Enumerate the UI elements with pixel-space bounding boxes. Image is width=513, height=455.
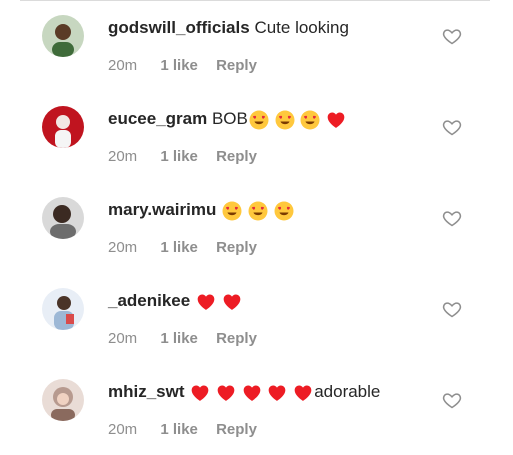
timestamp: 20m xyxy=(108,57,138,74)
username-link[interactable]: eucee_gram xyxy=(108,109,207,128)
comment-meta: 20m 1 like Reply xyxy=(108,421,257,438)
heart-eyes-emoji-icon xyxy=(274,201,294,221)
heart-eyes-emoji-icon xyxy=(300,110,320,130)
comment-line: godswill_officials Cute looking xyxy=(108,15,349,41)
like-heart-icon[interactable] xyxy=(442,208,462,228)
avatar[interactable] xyxy=(42,197,84,239)
comment-meta: 20m 1 like Reply xyxy=(108,330,257,347)
like-heart-icon[interactable] xyxy=(442,299,462,319)
comment-item: eucee_gram BOB 20m 1 like Reply xyxy=(0,91,513,182)
like-heart-icon[interactable] xyxy=(442,390,462,410)
comment-meta: 20m 1 like Reply xyxy=(108,57,257,74)
red-heart-emoji-icon xyxy=(222,292,242,312)
emoji-row xyxy=(190,380,314,406)
avatar[interactable] xyxy=(42,106,84,148)
timestamp: 20m xyxy=(108,330,138,347)
red-heart-emoji-icon xyxy=(190,383,210,403)
comment-suffix-text: adorable xyxy=(314,382,381,401)
red-heart-emoji-icon xyxy=(267,383,287,403)
heart-eyes-emoji-icon xyxy=(222,201,242,221)
red-heart-emoji-icon xyxy=(326,110,346,130)
comment-list: godswill_officials Cute looking 20m 1 li… xyxy=(0,0,513,450)
likes-count[interactable]: 1 like xyxy=(160,148,198,165)
comment-line: _adenikee xyxy=(108,288,243,314)
comment-item: mary.wairimu 20m 1 like Reply xyxy=(0,182,513,273)
reply-button[interactable]: Reply xyxy=(216,239,257,256)
comment-meta: 20m 1 like Reply xyxy=(108,148,257,165)
reply-button[interactable]: Reply xyxy=(216,148,257,165)
red-heart-emoji-icon xyxy=(242,383,262,403)
likes-count[interactable]: 1 like xyxy=(160,421,198,438)
username-link[interactable]: godswill_officials xyxy=(108,18,250,37)
reply-button[interactable]: Reply xyxy=(216,57,257,74)
comment-item: mhiz_swt adorable 20m 1 like Reply xyxy=(0,364,513,455)
likes-count[interactable]: 1 like xyxy=(160,57,198,74)
reply-button[interactable]: Reply xyxy=(216,330,257,347)
emoji-row xyxy=(196,289,243,315)
username-link[interactable]: _adenikee xyxy=(108,291,190,310)
heart-eyes-emoji-icon xyxy=(248,201,268,221)
timestamp: 20m xyxy=(108,239,138,256)
comment-line: eucee_gram BOB xyxy=(108,106,347,132)
red-heart-emoji-icon xyxy=(196,292,216,312)
comment-item: godswill_officials Cute looking 20m 1 li… xyxy=(0,0,513,91)
avatar[interactable] xyxy=(42,379,84,421)
likes-count[interactable]: 1 like xyxy=(160,330,198,347)
avatar[interactable] xyxy=(42,288,84,330)
red-heart-emoji-icon xyxy=(216,383,236,403)
comment-text: Cute looking xyxy=(254,18,349,37)
red-heart-emoji-icon xyxy=(293,383,313,403)
like-heart-icon[interactable] xyxy=(442,117,462,137)
heart-eyes-emoji-icon xyxy=(249,110,269,130)
comment-meta: 20m 1 like Reply xyxy=(108,239,257,256)
reply-button[interactable]: Reply xyxy=(216,421,257,438)
like-heart-icon[interactable] xyxy=(442,26,462,46)
heart-eyes-emoji-icon xyxy=(275,110,295,130)
comment-text: BOB xyxy=(211,109,248,128)
username-link[interactable]: mhiz_swt xyxy=(108,382,185,401)
comment-item: _adenikee 20m 1 like Reply xyxy=(0,273,513,364)
likes-count[interactable]: 1 like xyxy=(160,239,198,256)
comment-line: mary.wairimu xyxy=(108,197,295,223)
emoji-row xyxy=(249,107,347,133)
comment-line: mhiz_swt adorable xyxy=(108,379,380,405)
timestamp: 20m xyxy=(108,148,138,165)
emoji-row xyxy=(222,198,294,224)
username-link[interactable]: mary.wairimu xyxy=(108,200,216,219)
avatar[interactable] xyxy=(42,15,84,57)
timestamp: 20m xyxy=(108,421,138,438)
